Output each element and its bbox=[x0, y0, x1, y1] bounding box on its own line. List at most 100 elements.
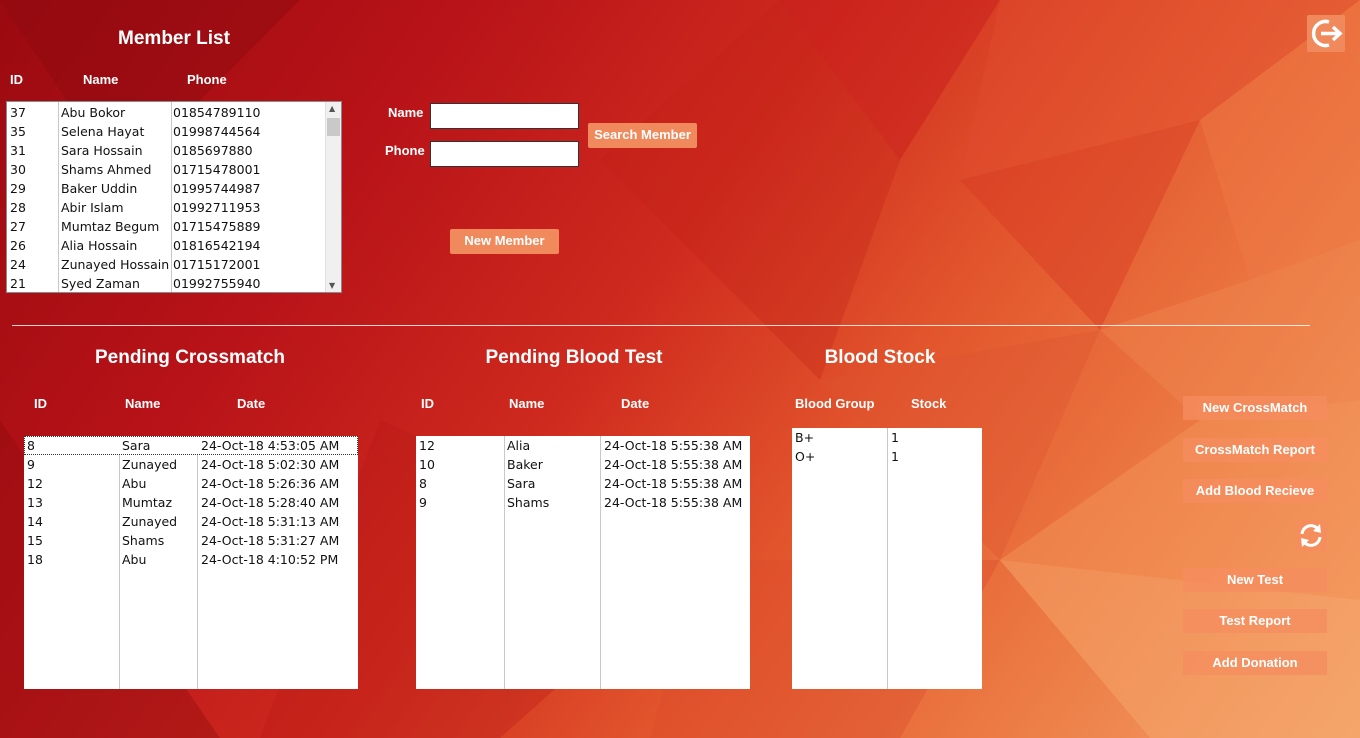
cell-id: 14 bbox=[27, 514, 43, 529]
phone-input[interactable] bbox=[430, 141, 579, 167]
table-row[interactable]: 10 Baker 24-Oct-18 5:55:38 AM bbox=[416, 455, 750, 474]
blood-stock-box[interactable]: B+ 1 O+ 1 bbox=[792, 428, 982, 689]
cell-name: Shams bbox=[507, 495, 550, 510]
cell-name: Baker bbox=[507, 457, 543, 472]
cell-date: 24-Oct-18 5:55:38 AM bbox=[604, 476, 743, 491]
table-row[interactable]: O+ 1 bbox=[792, 447, 982, 466]
test-report-button[interactable]: Test Report bbox=[1183, 609, 1327, 633]
cell-name: Zunayed bbox=[122, 514, 178, 529]
cell-date: 24-Oct-18 5:26:36 AM bbox=[201, 476, 340, 491]
cell-phone: 01715475889 bbox=[173, 219, 261, 234]
new-test-button[interactable]: New Test bbox=[1183, 568, 1327, 592]
bloodtest-col-name: Name bbox=[509, 396, 545, 411]
member-list-box[interactable]: ▲ ▼ 37 Abu Bokor 01854789110 35 Selena Hayat… bbox=[6, 101, 342, 293]
cell-phone: 01992755940 bbox=[173, 276, 261, 291]
table-row[interactable]: 29 Baker Uddin 01995744987 bbox=[7, 179, 341, 198]
cell-id: 35 bbox=[10, 124, 26, 139]
add-blood-recieve-button[interactable]: Add Blood Recieve bbox=[1183, 479, 1327, 503]
pending-crossmatch-box[interactable]: 8 Sara 24-Oct-18 4:53:05 AM 9 Zunayed 24-Oct-… bbox=[24, 436, 358, 689]
cell-date: 24-Oct-18 4:10:52 PM bbox=[201, 552, 339, 567]
table-row[interactable]: 12 Abu 24-Oct-18 5:26:36 AM bbox=[24, 474, 358, 493]
cell-id: 9 bbox=[419, 495, 427, 510]
cell-name: Alia bbox=[507, 438, 531, 453]
cell-id: 37 bbox=[10, 105, 26, 120]
table-row[interactable]: 13 Mumtaz 24-Oct-18 5:28:40 AM bbox=[24, 493, 358, 512]
crossmatch-col-id: ID bbox=[34, 396, 47, 411]
pending-blood-test-box[interactable]: 12 Alia 24-Oct-18 5:55:38 AM 10 Baker 24-Oct-… bbox=[416, 436, 750, 689]
cell-phone: 01992711953 bbox=[173, 200, 261, 215]
pending-crossmatch-title: Pending Crossmatch bbox=[94, 347, 286, 368]
name-input[interactable] bbox=[430, 103, 579, 129]
cell-name: Shams bbox=[122, 533, 165, 548]
cell-name: Syed Zaman bbox=[61, 276, 140, 291]
cell-id: 10 bbox=[419, 457, 435, 472]
cell-date: 24-Oct-18 5:55:38 AM bbox=[604, 457, 743, 472]
cell-phone: 01854789110 bbox=[173, 105, 261, 120]
table-row[interactable]: 15 Shams 24-Oct-18 5:31:27 AM bbox=[24, 531, 358, 550]
cell-id: 8 bbox=[419, 476, 427, 491]
cell-phone: 0185697880 bbox=[173, 143, 253, 158]
table-row[interactable]: 31 Sara Hossain 0185697880 bbox=[7, 141, 341, 160]
refresh-button[interactable] bbox=[1295, 520, 1327, 551]
table-row[interactable]: 24 Zunayed Hossain 01715172001 bbox=[7, 255, 341, 274]
cell-group: O+ bbox=[795, 449, 816, 464]
cell-date: 24-Oct-18 5:31:13 AM bbox=[201, 514, 340, 529]
cell-group: B+ bbox=[795, 430, 815, 445]
cell-stock: 1 bbox=[891, 430, 899, 445]
cell-id: 13 bbox=[27, 495, 43, 510]
cell-name: Sara bbox=[507, 476, 536, 491]
table-row[interactable]: 9 Shams 24-Oct-18 5:55:38 AM bbox=[416, 493, 750, 512]
section-divider bbox=[12, 325, 1310, 326]
table-row[interactable]: 12 Alia 24-Oct-18 5:55:38 AM bbox=[416, 436, 750, 455]
cell-name: Zunayed bbox=[122, 457, 178, 472]
logout-button[interactable] bbox=[1307, 15, 1345, 52]
add-donation-button[interactable]: Add Donation bbox=[1183, 651, 1327, 675]
cell-id: 29 bbox=[10, 181, 26, 196]
stock-col-stock: Stock bbox=[911, 396, 947, 411]
cell-id: 26 bbox=[10, 238, 26, 253]
pending-blood-test-title: Pending Blood Test bbox=[485, 347, 663, 368]
crossmatch-col-name: Name bbox=[125, 396, 161, 411]
new-crossmatch-button[interactable]: New CrossMatch bbox=[1183, 396, 1327, 420]
cell-id: 24 bbox=[10, 257, 26, 272]
table-row[interactable]: 30 Shams Ahmed 01715478001 bbox=[7, 160, 341, 179]
table-row[interactable]: 27 Mumtaz Begum 01715475889 bbox=[7, 217, 341, 236]
table-row[interactable]: 8 Sara 24-Oct-18 5:55:38 AM bbox=[416, 474, 750, 493]
table-row[interactable]: 35 Selena Hayat 01998744564 bbox=[7, 122, 341, 141]
cell-name: Mumtaz bbox=[122, 495, 173, 510]
new-member-button[interactable]: New Member bbox=[450, 229, 559, 254]
cell-name: Abu Bokor bbox=[61, 105, 126, 120]
cell-id: 12 bbox=[419, 438, 435, 453]
cell-phone: 01715172001 bbox=[173, 257, 261, 272]
cell-name: Shams Ahmed bbox=[61, 162, 152, 177]
cell-id: 27 bbox=[10, 219, 26, 234]
search-member-button[interactable]: Search Member bbox=[588, 123, 697, 148]
table-row[interactable]: 9 Zunayed 24-Oct-18 5:02:30 AM bbox=[24, 455, 358, 474]
cell-name: Abir Islam bbox=[61, 200, 124, 215]
member-col-phone: Phone bbox=[187, 72, 227, 87]
table-row[interactable]: 28 Abir Islam 01992711953 bbox=[7, 198, 341, 217]
refresh-icon bbox=[1300, 524, 1322, 547]
crossmatch-report-button[interactable]: CrossMatch Report bbox=[1183, 438, 1327, 462]
cell-name: Alia Hossain bbox=[61, 238, 138, 253]
cell-id: 28 bbox=[10, 200, 26, 215]
table-row[interactable]: 37 Abu Bokor 01854789110 bbox=[7, 103, 341, 122]
table-row[interactable]: 18 Abu 24-Oct-18 4:10:52 PM bbox=[24, 550, 358, 569]
cell-id: 21 bbox=[10, 276, 26, 291]
member-col-name: Name bbox=[83, 72, 119, 87]
cell-id: 31 bbox=[10, 143, 26, 158]
table-row[interactable]: 21 Syed Zaman 01992755940 bbox=[7, 274, 341, 292]
stock-col-group: Blood Group bbox=[795, 396, 875, 411]
cell-name: Selena Hayat bbox=[61, 124, 145, 139]
cell-stock: 1 bbox=[891, 449, 899, 464]
cell-phone: 01715478001 bbox=[173, 162, 261, 177]
crossmatch-col-date: Date bbox=[237, 396, 266, 411]
table-row[interactable]: 14 Zunayed 24-Oct-18 5:31:13 AM bbox=[24, 512, 358, 531]
table-row[interactable]: 8 Sara 24-Oct-18 4:53:05 AM bbox=[24, 436, 358, 455]
cell-phone: 01816542194 bbox=[173, 238, 261, 253]
member-col-id: ID bbox=[10, 72, 23, 87]
bloodtest-col-id: ID bbox=[421, 396, 434, 411]
cell-phone: 01998744564 bbox=[173, 124, 261, 139]
table-row[interactable]: B+ 1 bbox=[792, 428, 982, 447]
table-row[interactable]: 26 Alia Hossain 01816542194 bbox=[7, 236, 341, 255]
